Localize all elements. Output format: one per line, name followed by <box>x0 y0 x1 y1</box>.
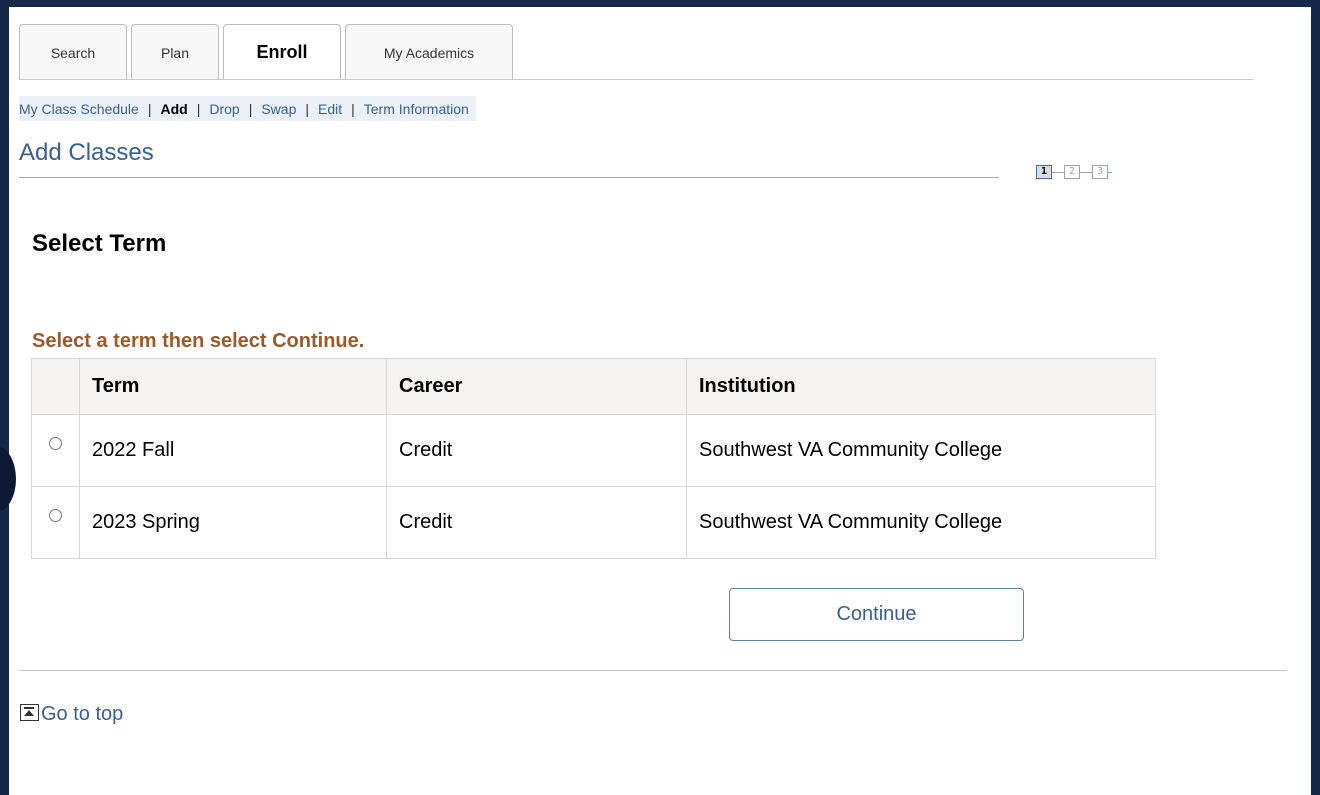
subnav-separator: | <box>196 100 201 117</box>
section-title: Select Term <box>32 230 167 257</box>
term-radio-2023-spring[interactable] <box>49 509 62 523</box>
institution-column-header: Institution <box>686 358 1156 415</box>
tab-label: Search <box>50 44 96 61</box>
main-tabs: Search Plan Enroll My Academics <box>19 24 517 80</box>
step-indicator: 1 2 3 <box>1036 165 1112 179</box>
subnav-my-class-schedule[interactable]: My Class Schedule <box>19 101 139 117</box>
subnav-term-information[interactable]: Term Information <box>364 101 469 117</box>
tabs-divider <box>19 79 1253 80</box>
window-frame-right <box>1311 0 1320 795</box>
go-to-top-label: Go to top <box>41 703 124 725</box>
step-connector <box>1052 171 1064 173</box>
select-column-header <box>31 358 80 415</box>
institution-cell: Southwest VA Community College <box>686 486 1156 559</box>
table-header-row: Term Career Institution <box>31 358 1156 415</box>
footer-divider <box>19 670 1287 671</box>
step-1-icon: 1 <box>1036 165 1052 179</box>
tab-enroll[interactable]: Enroll <box>223 24 341 80</box>
edge-overlay <box>0 446 16 512</box>
select-cell <box>31 414 80 487</box>
tab-search[interactable]: Search <box>19 24 127 80</box>
table-row: 2022 Fall Credit Southwest VA Community … <box>31 414 1156 487</box>
select-cell <box>31 486 80 559</box>
term-cell: 2023 Spring <box>79 486 387 559</box>
title-divider <box>19 177 999 178</box>
step-connector <box>1108 171 1112 173</box>
go-to-top-link[interactable]: Go to top <box>20 703 123 726</box>
subnav-drop[interactable]: Drop <box>209 101 239 117</box>
tab-label: Enroll <box>256 42 308 62</box>
term-column-header: Term <box>79 358 387 415</box>
window-frame-left <box>0 0 9 795</box>
tab-plan[interactable]: Plan <box>131 24 219 80</box>
window-frame-top <box>0 0 1320 7</box>
step-connector <box>1080 171 1092 173</box>
enroll-subnav: My Class Schedule | Add | Drop | Swap | … <box>19 96 476 121</box>
subnav-separator: | <box>147 100 152 117</box>
institution-cell: Southwest VA Community College <box>686 414 1156 487</box>
page-title: Add Classes <box>19 139 154 166</box>
tab-label: Plan <box>160 44 190 61</box>
subnav-separator: | <box>351 100 355 117</box>
term-cell: 2022 Fall <box>79 414 387 487</box>
subnav-add[interactable]: Add <box>160 101 187 117</box>
subnav-edit[interactable]: Edit <box>318 101 342 117</box>
term-table: Term Career Institution 2022 Fall Credit… <box>31 358 1156 559</box>
table-row: 2023 Spring Credit Southwest VA Communit… <box>31 486 1156 559</box>
tab-label: My Academics <box>383 44 475 61</box>
subnav-separator: | <box>248 100 253 117</box>
subnav-separator: | <box>305 100 309 117</box>
step-2-icon: 2 <box>1064 165 1080 179</box>
go-to-top-icon <box>20 704 39 721</box>
continue-button[interactable]: Continue <box>729 588 1024 641</box>
instruction-text: Select a term then select Continue. <box>32 330 365 352</box>
career-cell: Credit <box>386 486 687 559</box>
career-column-header: Career <box>386 358 687 415</box>
subnav-swap[interactable]: Swap <box>261 101 296 117</box>
term-radio-2022-fall[interactable] <box>49 437 62 451</box>
step-3-icon: 3 <box>1092 165 1108 179</box>
tab-my-academics[interactable]: My Academics <box>345 24 513 80</box>
career-cell: Credit <box>386 414 687 487</box>
